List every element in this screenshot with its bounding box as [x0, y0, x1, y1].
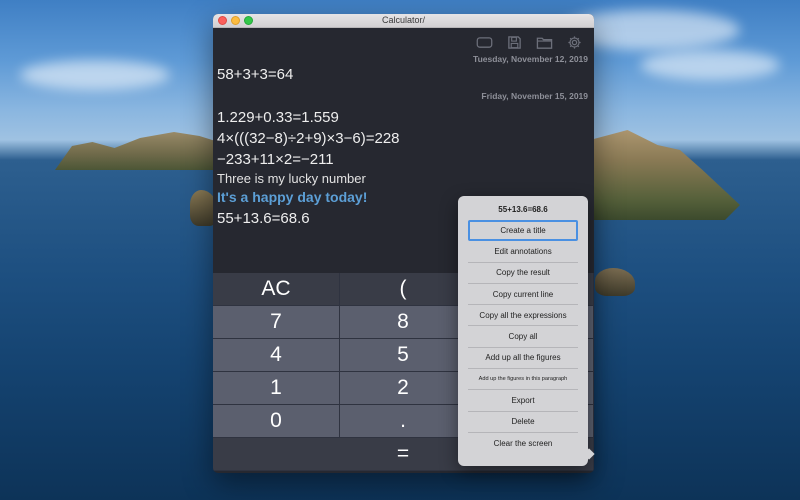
cloud: [640, 50, 780, 80]
menu-item-copy-all-expressions[interactable]: Copy all the expressions: [468, 305, 578, 327]
menu-item-copy-result[interactable]: Copy the result: [468, 263, 578, 284]
rock: [595, 268, 635, 296]
desktop: { "window": { "title": "Calculator/" }, …: [0, 0, 800, 500]
cloud: [20, 60, 170, 90]
toolbar: [474, 34, 584, 51]
key-8[interactable]: 8: [340, 306, 467, 339]
date-label: Tuesday, November 12, 2019: [473, 54, 588, 64]
key-4[interactable]: 4: [213, 339, 340, 372]
history-entry[interactable]: −233+11×2=−211: [217, 149, 588, 170]
decimal-key[interactable]: .: [340, 405, 467, 438]
save-icon[interactable]: [504, 34, 524, 51]
menu-item-add-up-paragraph[interactable]: Add up the figures in this paragraph: [468, 369, 578, 391]
key-5[interactable]: 5: [340, 339, 467, 372]
menu-header: 55+13.6=68.6: [498, 205, 548, 214]
key-1[interactable]: 1: [213, 372, 340, 405]
history-entry[interactable]: 4×(((32−8)÷2+9)×3−6)=228: [217, 128, 588, 149]
screen-icon[interactable]: [474, 34, 494, 51]
menu-item-export[interactable]: Export: [468, 390, 578, 412]
menu-item-create-title[interactable]: Create a title: [468, 220, 578, 242]
key-7[interactable]: 7: [213, 306, 340, 339]
window-title: Calculator/: [381, 15, 426, 25]
gear-icon[interactable]: [564, 34, 584, 51]
history-entry[interactable]: 58+3+3=64: [217, 64, 588, 85]
menu-item-copy-current-line[interactable]: Copy current line: [468, 284, 578, 306]
all-clear-key[interactable]: AC: [213, 273, 340, 306]
menu-item-edit-annotations[interactable]: Edit annotations: [468, 241, 578, 263]
annotation-text[interactable]: Three is my lucky number: [217, 170, 588, 187]
key-2[interactable]: 2: [340, 372, 467, 405]
island-right: [590, 130, 740, 220]
history-entry[interactable]: 1.229+0.33=1.559: [217, 107, 588, 128]
date-label: Friday, November 15, 2019: [481, 91, 588, 101]
menu-item-add-up-all[interactable]: Add up all the figures: [468, 348, 578, 370]
open-paren-key[interactable]: (: [340, 273, 467, 306]
menu-item-copy-all[interactable]: Copy all: [468, 326, 578, 348]
key-0[interactable]: 0: [213, 405, 340, 438]
menu-item-delete[interactable]: Delete: [468, 412, 578, 433]
menu-item-clear-screen[interactable]: Clear the screen: [468, 433, 578, 454]
folder-icon[interactable]: [534, 34, 554, 51]
island-left: [55, 132, 225, 170]
title-bar[interactable]: Calculator/: [213, 14, 594, 28]
context-menu: 55+13.6=68.6 Create a title Edit annotat…: [458, 196, 595, 466]
